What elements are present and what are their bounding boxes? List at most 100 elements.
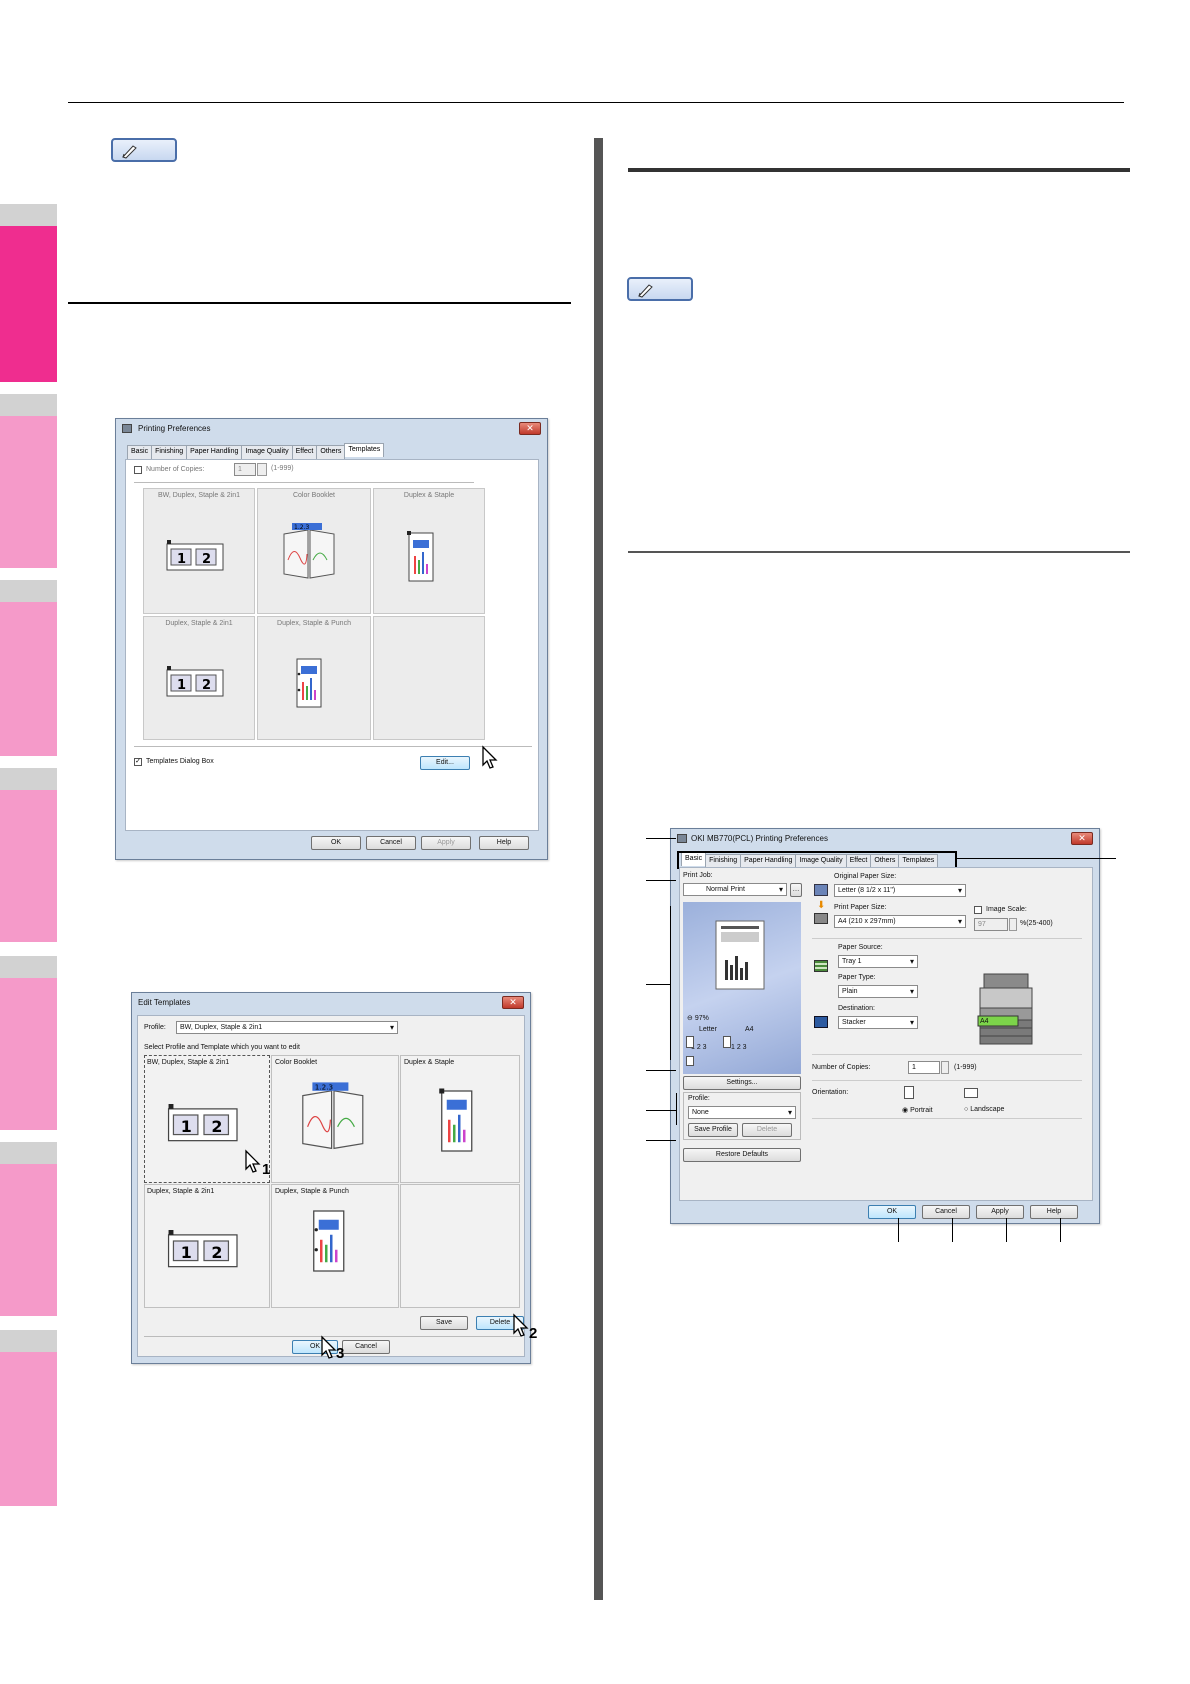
- svg-text:1.2.3: 1.2.3: [294, 524, 309, 531]
- tab-image-quality[interactable]: Image Quality: [241, 445, 293, 459]
- color-booklet-thumbnail: 1.2.3: [283, 523, 335, 579]
- apply-button[interactable]: Apply: [421, 836, 471, 850]
- page-stack-icon: [723, 1036, 731, 1048]
- preview-page: [715, 920, 765, 990]
- zoom-out-icon[interactable]: ⊖: [687, 1015, 693, 1022]
- edit-button[interactable]: Edit...: [420, 756, 470, 770]
- print-job-label: Print Job:: [683, 872, 713, 879]
- callout-line: [646, 1070, 676, 1071]
- callout-line: [646, 880, 676, 881]
- side-tab-2[interactable]: [0, 416, 57, 568]
- close-button[interactable]: ✕: [519, 422, 541, 435]
- svg-text:2: 2: [202, 678, 211, 693]
- side-tab-4[interactable]: [0, 790, 57, 942]
- image-scale-input[interactable]: 97: [974, 918, 1008, 931]
- basic-dialog: OKI MB770(PCL) Printing Preferences ✕ Ba…: [670, 828, 1100, 1224]
- ok-button[interactable]: OK: [868, 1205, 916, 1219]
- save-profile-button[interactable]: Save Profile: [688, 1123, 738, 1137]
- close-button[interactable]: ✕: [502, 996, 524, 1009]
- side-tab-6[interactable]: [0, 1164, 57, 1316]
- paper-source-icon: [814, 960, 828, 972]
- restore-defaults-button[interactable]: Restore Defaults: [683, 1148, 801, 1162]
- print-paper-size-label: Print Paper Size:: [834, 904, 887, 911]
- copies-spinner[interactable]: [257, 463, 267, 476]
- template-name: Duplex & Staple: [403, 492, 455, 499]
- side-tab-active[interactable]: [0, 226, 57, 382]
- edit-templates-dialog: Edit Templates ✕ Profile: BW, Duplex, St…: [131, 992, 537, 1364]
- svg-text:2: 2: [202, 552, 211, 567]
- side-tab-strip-grey: [0, 956, 57, 978]
- tab-bar: Basic Finishing Paper Handling Image Qualit…: [127, 443, 385, 459]
- copies-label: Number of Copies:: [812, 1064, 871, 1071]
- callout-line: [952, 1218, 953, 1242]
- copies-spinner[interactable]: [941, 1061, 949, 1074]
- callout-line: [956, 858, 1116, 859]
- ok-button[interactable]: OK: [311, 836, 361, 850]
- callout-bracket: [670, 906, 671, 1060]
- portrait-radio[interactable]: ◉ Portrait: [902, 1106, 933, 1114]
- tab-templates[interactable]: Templates: [344, 443, 385, 457]
- tab-others[interactable]: Others: [316, 445, 346, 459]
- help-button[interactable]: Help: [1030, 1205, 1078, 1219]
- tab-paper-handling[interactable]: Paper Handling: [186, 445, 243, 459]
- separator: [812, 938, 1082, 939]
- paper-source-select[interactable]: Tray 1: [838, 955, 918, 968]
- basic-panel: Print Job: Normal Print … ⊖ 97% Letter A…: [679, 867, 1093, 1201]
- copies-checkbox[interactable]: [134, 466, 142, 474]
- step-number: 1: [262, 1161, 271, 1178]
- template-cell-empty[interactable]: [373, 616, 485, 740]
- original-paper-icon: [814, 884, 828, 896]
- destination-select[interactable]: Stacker: [838, 1016, 918, 1029]
- print-paper-size-select[interactable]: A4 (210 x 297mm): [834, 915, 966, 928]
- template-cell-empty[interactable]: [400, 1184, 520, 1308]
- landscape-radio[interactable]: ○ Landscape: [964, 1106, 1004, 1113]
- print-job-more-button[interactable]: …: [790, 883, 802, 897]
- side-tab-7[interactable]: [0, 1352, 57, 1506]
- copies-input[interactable]: 1: [908, 1061, 940, 1074]
- memo-icon: [111, 138, 177, 162]
- template-name: Duplex, Staple & 2in1: [165, 620, 233, 627]
- svg-text:2: 2: [211, 1117, 222, 1136]
- separator: [812, 1080, 1082, 1081]
- cancel-button[interactable]: Cancel: [342, 1340, 390, 1354]
- svg-text:1: 1: [181, 1117, 192, 1136]
- svg-text:2: 2: [211, 1243, 222, 1262]
- destination-icon: [814, 1016, 828, 1028]
- image-scale-range: %(25-400): [1020, 920, 1053, 927]
- settings-button[interactable]: Settings...: [683, 1076, 801, 1090]
- profile-select[interactable]: BW, Duplex, Staple & 2in1: [176, 1021, 398, 1034]
- help-button[interactable]: Help: [479, 836, 529, 850]
- copies-input[interactable]: 1: [234, 463, 256, 476]
- tab-effect[interactable]: Effect: [291, 445, 318, 459]
- paper-type-select[interactable]: Plain: [838, 985, 918, 998]
- apply-button[interactable]: Apply: [976, 1205, 1024, 1219]
- tab-basic[interactable]: Basic: [127, 445, 153, 459]
- color-booklet-thumbnail: 1.2.3: [302, 1082, 364, 1150]
- paper-type-label: Paper Type:: [838, 974, 876, 981]
- svg-text:1.2.3: 1.2.3: [315, 1083, 333, 1092]
- side-tab-5[interactable]: [0, 978, 57, 1130]
- side-tab-3[interactable]: [0, 602, 57, 756]
- cancel-button[interactable]: Cancel: [922, 1205, 970, 1219]
- original-paper-size-select[interactable]: Letter (8 1/2 x 11"): [834, 884, 966, 897]
- cancel-button[interactable]: Cancel: [366, 836, 416, 850]
- separator: [134, 482, 474, 483]
- printer-tray-label: A4: [980, 1018, 989, 1025]
- heading-rule-thick: [628, 168, 1130, 172]
- dialog-title: OKI MB770(PCL) Printing Preferences: [691, 834, 828, 843]
- side-tab-strip-grey: [0, 204, 57, 226]
- templates-dialog-box-label: Templates Dialog Box: [146, 758, 214, 765]
- tab-finishing[interactable]: Finishing: [151, 445, 188, 459]
- image-scale-spinner[interactable]: [1009, 918, 1017, 931]
- profile-select[interactable]: None: [688, 1106, 796, 1119]
- template-name: Duplex, Staple & Punch: [275, 1188, 349, 1195]
- mouse-cursor-icon: [482, 745, 498, 769]
- save-button[interactable]: Save: [420, 1316, 468, 1330]
- templates-dialog-box-checkbox[interactable]: ✓: [134, 758, 142, 766]
- print-job-select[interactable]: Normal Print: [683, 883, 787, 896]
- image-scale-checkbox[interactable]: [974, 906, 982, 914]
- templates-dialog: Printing Preferences ✕ Basic Finishing Pap…: [115, 418, 548, 860]
- duplex-staple-thumbnail: [407, 531, 434, 582]
- close-button[interactable]: ✕: [1071, 832, 1093, 845]
- delete-profile-button[interactable]: Delete: [742, 1123, 792, 1137]
